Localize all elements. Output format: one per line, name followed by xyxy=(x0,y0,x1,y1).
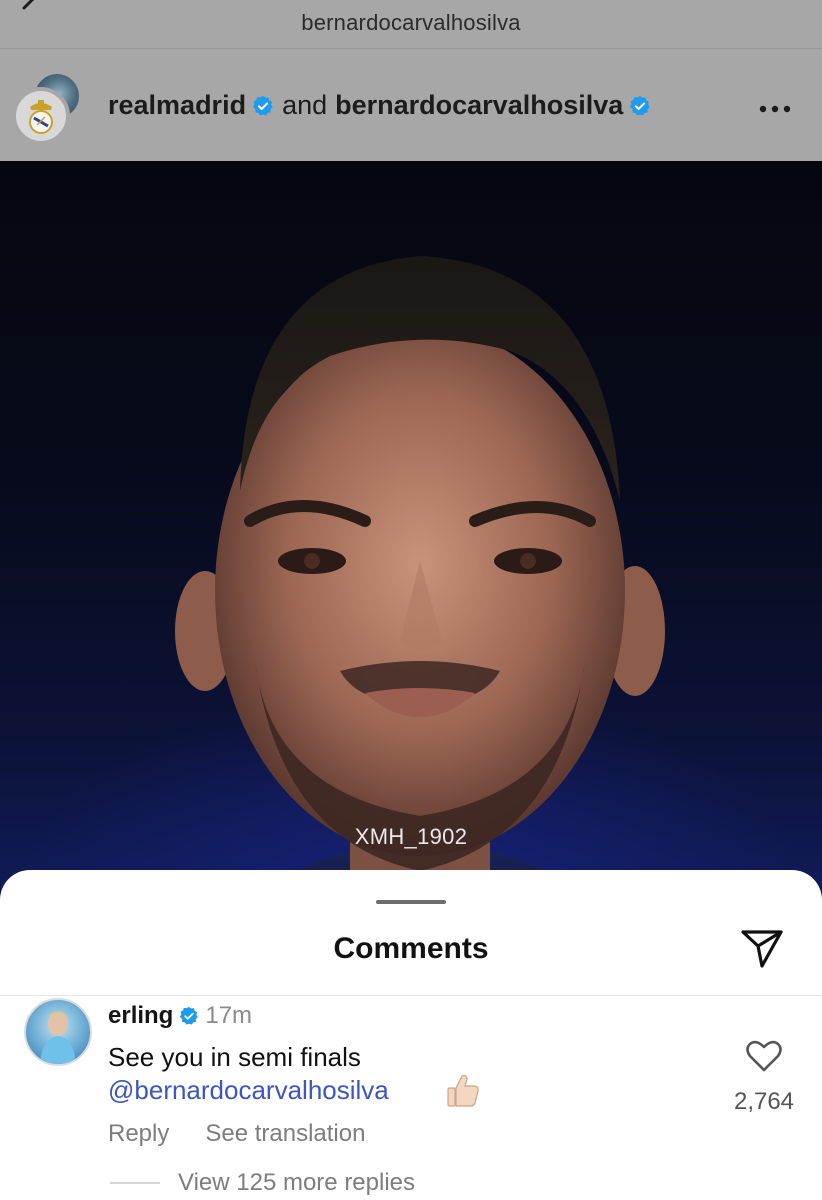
verified-badge-icon xyxy=(253,95,273,115)
comment-actions: Reply See translation xyxy=(108,1120,365,1148)
comment-timestamp: 17m xyxy=(205,1002,253,1029)
verified-badge-icon xyxy=(630,95,650,115)
top-bar: bernardocarvalhosilva xyxy=(0,0,822,49)
author-avatar[interactable] xyxy=(12,87,70,145)
like-heart-icon[interactable] xyxy=(744,1036,784,1076)
replies-indent-line xyxy=(110,1182,160,1184)
comments-title: Comments xyxy=(333,932,489,965)
comment-header: erling 17m xyxy=(108,1002,252,1030)
post-media[interactable]: XMH_1902 xyxy=(0,161,822,921)
collaborator-username[interactable]: bernardocarvalhosilva xyxy=(335,90,623,121)
more-options-icon[interactable] xyxy=(758,104,792,114)
real-madrid-crest-icon xyxy=(29,100,53,134)
send-icon[interactable] xyxy=(738,924,786,972)
player-portrait-image xyxy=(175,256,665,921)
post-authors: realmadrid and bernardocarvalhosilva xyxy=(108,90,651,121)
sheet-divider xyxy=(0,995,822,996)
commenter-avatar[interactable] xyxy=(24,998,92,1066)
comment-text: See you in semi finals xyxy=(108,1042,361,1072)
comment-mention-link[interactable]: @bernardocarvalhosilva xyxy=(108,1073,389,1107)
like-count: 2,764 xyxy=(733,1088,795,1115)
comments-sheet: Comments erling 17m See you in semi fina… xyxy=(0,870,822,1200)
author-username[interactable]: realmadrid xyxy=(108,90,246,121)
comment-username[interactable]: erling xyxy=(108,1002,173,1030)
verified-badge-icon xyxy=(180,1006,199,1025)
authors-conjunction: and xyxy=(282,90,328,120)
reply-button[interactable]: Reply xyxy=(108,1120,169,1148)
sheet-drag-handle[interactable] xyxy=(376,900,446,904)
profile-username-title: bernardocarvalhosilva xyxy=(301,10,521,35)
thumbs-up-emoji-icon xyxy=(447,1074,479,1107)
commenter-photo-image xyxy=(40,1011,76,1064)
watermark-text: XMH_1902 xyxy=(354,824,468,849)
post-header: realmadrid and bernardocarvalhosilva xyxy=(0,49,822,161)
view-more-replies-button[interactable]: View 125 more replies xyxy=(178,1169,415,1197)
see-translation-button[interactable]: See translation xyxy=(205,1120,365,1148)
